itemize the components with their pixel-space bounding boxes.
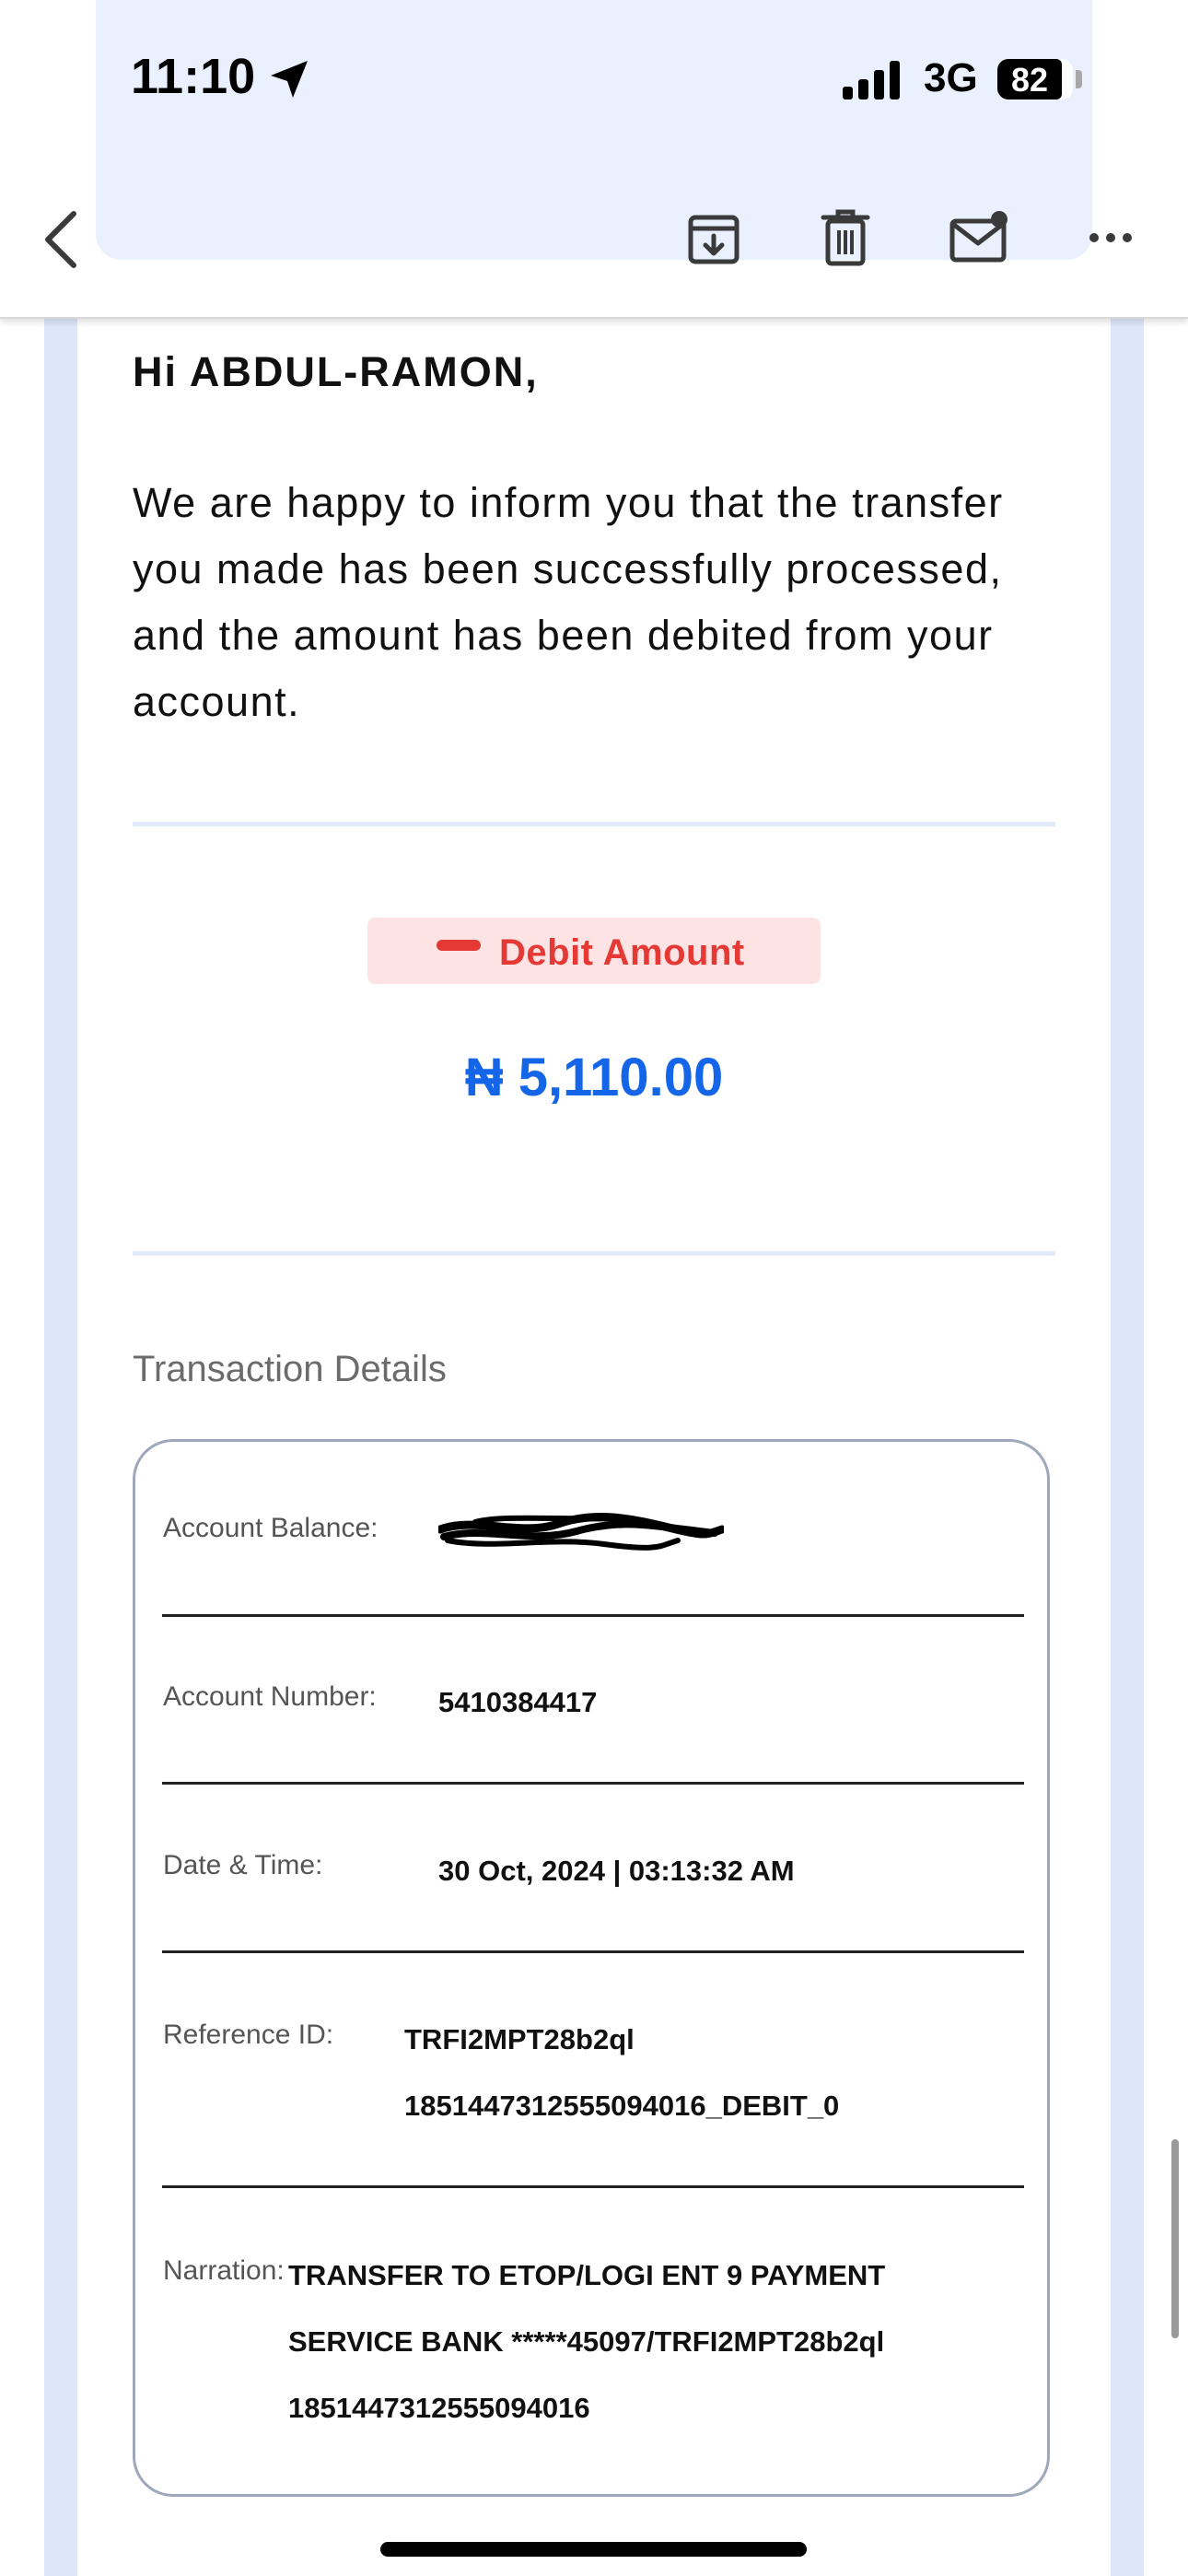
debit-badge: Debit Amount [367,918,821,984]
reference-id-label: Reference ID: [163,2020,334,2050]
mail-unread-icon[interactable] [949,208,1013,265]
row-separator [162,1782,1024,1785]
datetime-value: 30 Oct, 2024 | 03:13:32 AM [438,1855,795,1887]
battery-fill: 82 [997,59,1062,100]
redacted-balance-scribble [438,1513,724,1551]
minus-icon [437,940,481,951]
intro-paragraph: We are happy to inform you that the tran… [133,479,1004,725]
narration-line2: SERVICE BANK *****45097/TRFI2MPT28b2ql [288,2325,885,2358]
top-toolbar: 11:10 3G 82 [0,0,1188,319]
narration-line1: TRANSFER TO ETOP/LOGI ENT 9 PAYMENT [288,2259,886,2291]
network-type: 3G [924,55,978,100]
account-balance-label: Account Balance: [163,1513,379,1543]
divider [133,822,1055,826]
row-separator [162,2185,1024,2188]
status-time: 11:10 [131,49,256,104]
signal-icon [843,61,900,100]
location-arrow-icon [271,61,308,98]
account-number-value: 5410384417 [438,1686,598,1718]
trash-icon[interactable] [820,208,871,267]
divider [133,1251,1055,1256]
battery-level: 82 [1010,61,1049,99]
reference-id-line2: 1851447312555094016_DEBIT_0 [404,2090,840,2122]
narration-label: Narration: [163,2255,285,2286]
more-icon[interactable] [1087,230,1135,245]
section-title: Transaction Details [133,1349,447,1389]
battery-icon: 82 [997,59,1073,100]
account-number-label: Account Number: [163,1681,377,1712]
row-separator [162,1950,1024,1953]
chevron-left-icon[interactable] [41,210,81,269]
home-indicator[interactable] [380,2542,807,2557]
datetime-label: Date & Time: [163,1850,323,1880]
banner-peek [96,0,1092,260]
scroll-indicator[interactable] [1171,2139,1179,2338]
debit-amount: ₦ 5,110.00 [464,1048,724,1107]
battery-nub [1076,70,1082,88]
email-screen: Hi ABDUL-RAMON, We are happy to inform y… [0,0,1188,2576]
narration-line3: 1851447312555094016 [288,2392,590,2424]
reference-id-line1: TRFI2MPT28b2ql [404,2023,635,2055]
row-separator [162,1614,1024,1617]
greeting: Hi ABDUL-RAMON, [133,348,539,395]
archive-icon[interactable] [685,210,742,267]
debit-label: Debit Amount [499,932,745,973]
